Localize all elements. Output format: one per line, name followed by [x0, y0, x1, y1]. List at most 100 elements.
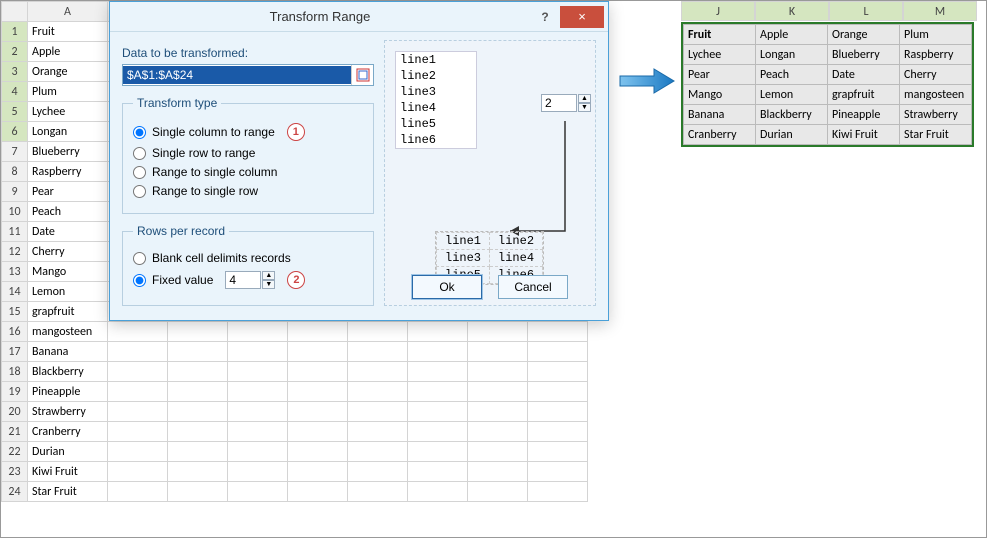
- row-header[interactable]: 8: [2, 162, 28, 182]
- radio-blank-delimits[interactable]: [133, 252, 146, 265]
- cell[interactable]: [528, 362, 588, 382]
- cell[interactable]: [528, 382, 588, 402]
- row-header[interactable]: 7: [2, 142, 28, 162]
- cell[interactable]: [408, 322, 468, 342]
- cell[interactable]: [288, 422, 348, 442]
- cell[interactable]: Lemon: [28, 282, 108, 302]
- cell[interactable]: [108, 442, 168, 462]
- row-header[interactable]: 13: [2, 262, 28, 282]
- cell[interactable]: [168, 362, 228, 382]
- result-cell[interactable]: Banana: [684, 105, 756, 125]
- preview-spin-input[interactable]: [541, 94, 577, 112]
- result-cell[interactable]: Star Fruit: [900, 125, 972, 145]
- cell[interactable]: [108, 422, 168, 442]
- cell[interactable]: [108, 322, 168, 342]
- cell[interactable]: Pear: [28, 182, 108, 202]
- row-header[interactable]: 24: [2, 482, 28, 502]
- preview-spin-down-icon[interactable]: ▼: [578, 103, 591, 112]
- cell[interactable]: Cranberry: [28, 422, 108, 442]
- row-header[interactable]: 23: [2, 462, 28, 482]
- result-cell[interactable]: Durian: [756, 125, 828, 145]
- cell[interactable]: [408, 422, 468, 442]
- cell[interactable]: [348, 322, 408, 342]
- cell[interactable]: mangosteen: [28, 322, 108, 342]
- cell[interactable]: [528, 482, 588, 502]
- fixed-value-input[interactable]: [225, 271, 261, 289]
- cell[interactable]: [468, 362, 528, 382]
- cell[interactable]: [288, 382, 348, 402]
- result-cell[interactable]: Mango: [684, 85, 756, 105]
- cell[interactable]: [408, 342, 468, 362]
- cell[interactable]: [348, 402, 408, 422]
- row-header[interactable]: 18: [2, 362, 28, 382]
- row-header[interactable]: 20: [2, 402, 28, 422]
- cell[interactable]: Star Fruit: [28, 482, 108, 502]
- cell[interactable]: [348, 442, 408, 462]
- cell[interactable]: [468, 382, 528, 402]
- row-header[interactable]: 16: [2, 322, 28, 342]
- cell[interactable]: [468, 342, 528, 362]
- cell[interactable]: [408, 482, 468, 502]
- cell[interactable]: [168, 482, 228, 502]
- row-header[interactable]: 11: [2, 222, 28, 242]
- range-input[interactable]: [123, 66, 351, 84]
- row-header[interactable]: 19: [2, 382, 28, 402]
- result-cell[interactable]: Blackberry: [756, 105, 828, 125]
- cell[interactable]: [168, 322, 228, 342]
- cell[interactable]: [228, 422, 288, 442]
- spin-up-icon[interactable]: ▲: [262, 271, 275, 280]
- cell[interactable]: [228, 362, 288, 382]
- col-header[interactable]: K: [755, 1, 829, 21]
- cell[interactable]: [168, 382, 228, 402]
- cell[interactable]: [228, 402, 288, 422]
- cell[interactable]: [288, 362, 348, 382]
- cell[interactable]: [108, 342, 168, 362]
- result-cell[interactable]: Strawberry: [900, 105, 972, 125]
- result-cell[interactable]: Longan: [756, 45, 828, 65]
- cell[interactable]: [228, 482, 288, 502]
- result-cell[interactable]: Kiwi Fruit: [828, 125, 900, 145]
- range-picker-icon[interactable]: [351, 65, 373, 85]
- cell[interactable]: [228, 462, 288, 482]
- cell[interactable]: Lychee: [28, 102, 108, 122]
- label-single-row[interactable]: Single row to range: [152, 146, 255, 160]
- row-header[interactable]: 12: [2, 242, 28, 262]
- radio-single-col[interactable]: [133, 126, 146, 139]
- cell[interactable]: Blueberry: [28, 142, 108, 162]
- row-header[interactable]: 15: [2, 302, 28, 322]
- result-cell[interactable]: Cranberry: [684, 125, 756, 145]
- col-header[interactable]: J: [681, 1, 755, 21]
- col-header[interactable]: L: [829, 1, 903, 21]
- cell[interactable]: [408, 442, 468, 462]
- radio-single-row[interactable]: [133, 147, 146, 160]
- cell[interactable]: [108, 402, 168, 422]
- cell[interactable]: [408, 362, 468, 382]
- cell[interactable]: [348, 362, 408, 382]
- cell[interactable]: Date: [28, 222, 108, 242]
- cell[interactable]: Cherry: [28, 242, 108, 262]
- result-cell[interactable]: Fruit: [684, 25, 756, 45]
- cell[interactable]: Apple: [28, 42, 108, 62]
- row-header[interactable]: 9: [2, 182, 28, 202]
- cell[interactable]: [288, 482, 348, 502]
- cell[interactable]: Durian: [28, 442, 108, 462]
- col-header[interactable]: M: [903, 1, 977, 21]
- spin-down-icon[interactable]: ▼: [262, 280, 275, 289]
- preview-spin-up-icon[interactable]: ▲: [578, 94, 591, 103]
- cell[interactable]: [288, 462, 348, 482]
- cell[interactable]: [348, 342, 408, 362]
- cell[interactable]: [528, 322, 588, 342]
- result-cell[interactable]: Pineapple: [828, 105, 900, 125]
- cell[interactable]: Fruit: [28, 22, 108, 42]
- cell[interactable]: [288, 342, 348, 362]
- cell[interactable]: [108, 382, 168, 402]
- result-cell[interactable]: Apple: [756, 25, 828, 45]
- cell[interactable]: Longan: [28, 122, 108, 142]
- cell[interactable]: Orange: [28, 62, 108, 82]
- result-cell[interactable]: Blueberry: [828, 45, 900, 65]
- cell[interactable]: [288, 322, 348, 342]
- cell[interactable]: [228, 322, 288, 342]
- result-cell[interactable]: Date: [828, 65, 900, 85]
- result-cell[interactable]: Lemon: [756, 85, 828, 105]
- cell[interactable]: Banana: [28, 342, 108, 362]
